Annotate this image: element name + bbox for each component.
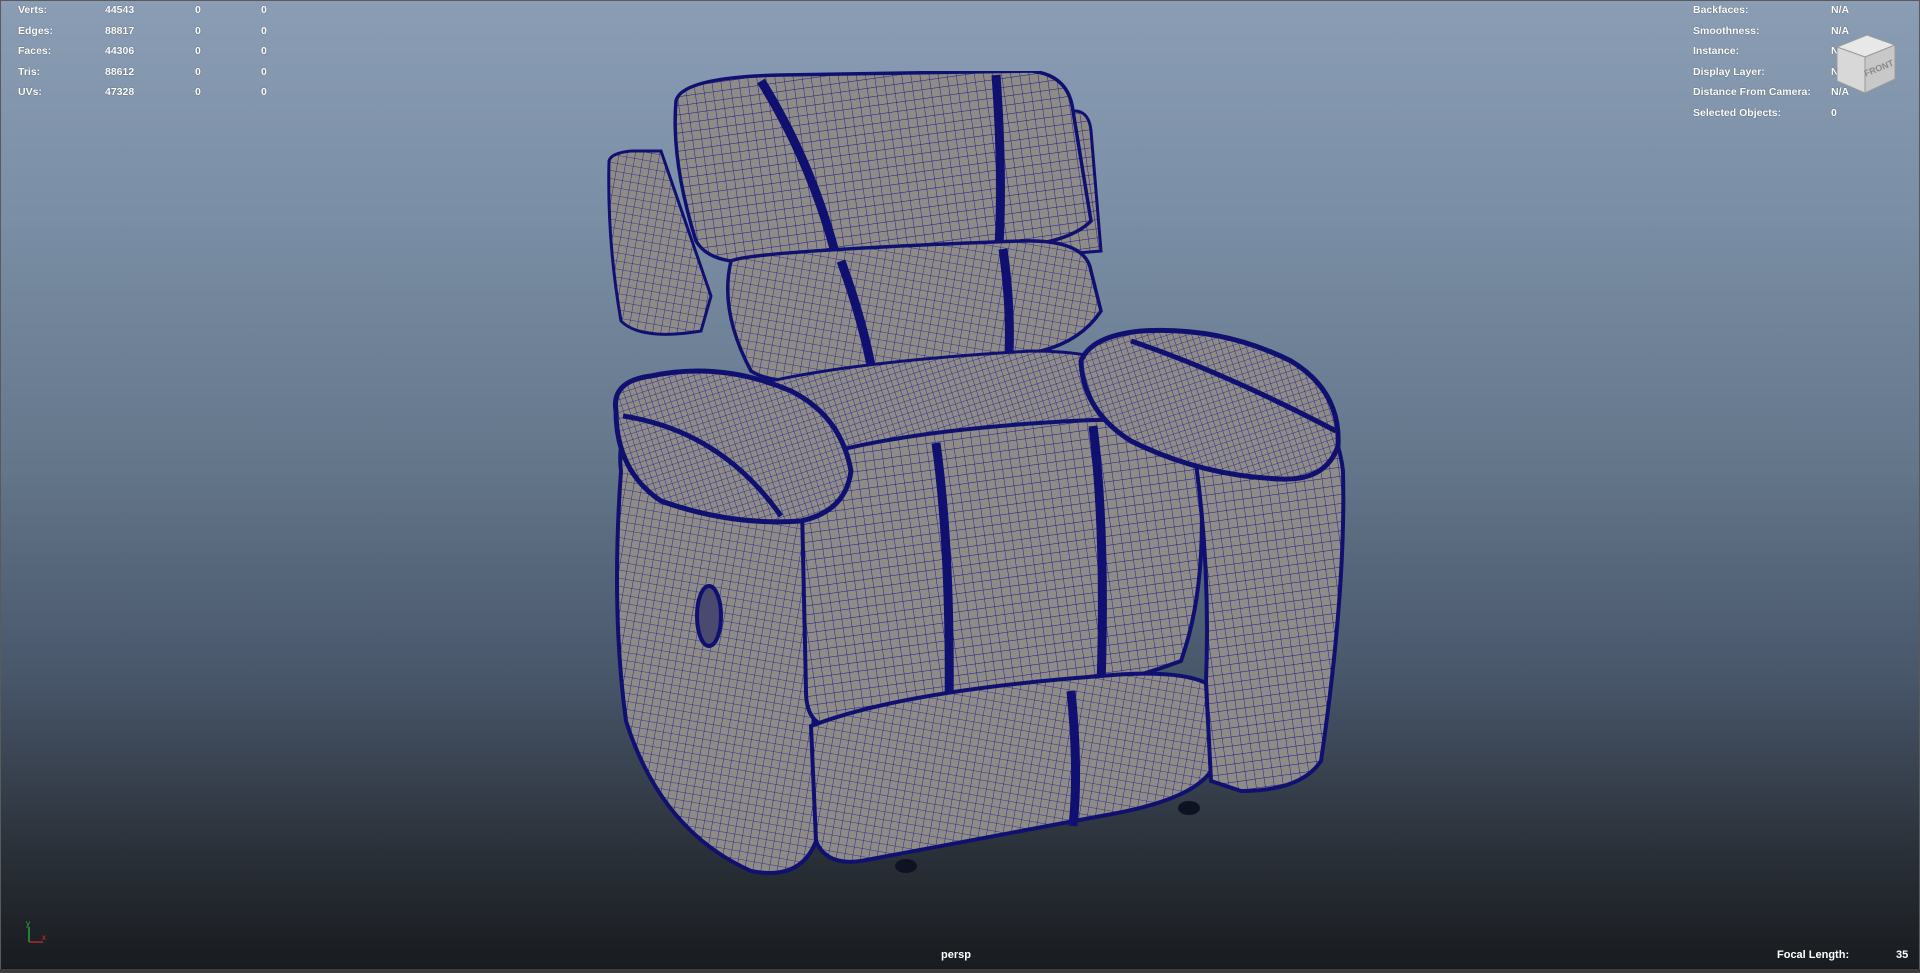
footrest-seam [1066,690,1081,827]
instance-label: Instance: [1693,45,1740,57]
verts-total: 44543 [105,4,135,16]
y-axis-label: y [26,920,30,928]
viewcube[interactable]: FRONT [1833,31,1899,97]
uvs-total: 47328 [105,86,135,98]
tris-component: 0 [261,65,267,78]
tris-label: Tris: [18,65,41,78]
backrest-upper-cushion [673,71,1093,264]
backfaces-value: N/A [1831,4,1850,16]
backrest-seam-right [991,74,1005,247]
tris-selected: 0 [195,65,201,78]
3d-viewport[interactable]: Verts: 44543 0 0 Edges: 88817 0 0 Faces:… [0,0,1920,971]
verts-component: 0 [261,4,267,16]
edges-label: Edges: [18,24,54,37]
verts-selected: 0 [195,4,201,16]
faces-label: Faces: [18,45,52,57]
verts-label: Verts: [18,4,48,16]
display-layer-label: Display Layer: [1693,65,1765,78]
distance-from-camera-label: Distance From Camera: [1693,86,1811,98]
x-axis-label: x [42,933,46,942]
uvs-label: UVs: [18,86,42,98]
viewport-bottom-border [0,969,1920,973]
faces-component: 0 [261,45,267,57]
rear-leg [1178,801,1200,815]
edges-total: 88817 [105,24,135,37]
focal-length-label: Focal Length: [1777,949,1850,961]
uvs-selected: 0 [195,86,201,98]
faces-selected: 0 [195,45,201,57]
uvs-component: 0 [261,86,267,98]
smoothness-label: Smoothness: [1693,24,1760,37]
selected-objects-label: Selected Objects: [1693,106,1782,119]
axis-gizmo: y x [26,920,46,943]
faces-total: 44306 [105,45,135,57]
selected-objects-value: 0 [1831,106,1837,119]
recliner-mesh[interactable] [601,71,1346,876]
camera-name-label: persp [941,949,971,961]
edges-selected: 0 [195,24,201,37]
focal-length-value: 35 [1896,949,1909,961]
backfaces-label: Backfaces: [1693,4,1749,16]
tris-total: 88612 [105,65,135,78]
recline-handle [695,584,723,648]
edges-component: 0 [261,24,267,37]
front-leg [895,859,917,873]
